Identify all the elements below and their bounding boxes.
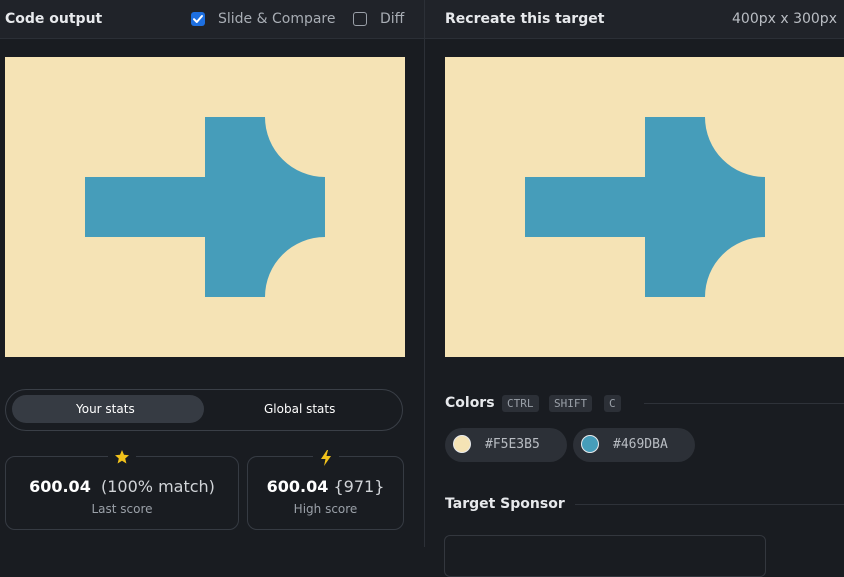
last-score-label: Last score xyxy=(91,502,153,516)
star-icon xyxy=(108,449,136,467)
color-swatch-cream[interactable]: #F5E3B5 xyxy=(445,428,567,462)
target-sponsor-title: Target Sponsor xyxy=(445,496,565,512)
recreate-target-title: Recreate this target xyxy=(445,11,605,27)
color-hex: #F5E3B5 xyxy=(485,437,540,452)
arrow-right-icon xyxy=(85,117,325,297)
high-score-card: 600.04 {971} High score xyxy=(247,449,404,530)
colors-title: Colors xyxy=(445,395,495,411)
diff-label[interactable]: Diff xyxy=(380,11,404,27)
column-divider xyxy=(424,0,425,547)
lightning-icon xyxy=(312,449,339,467)
stats-toggle: Your stats Global stats xyxy=(5,389,403,431)
color-dot xyxy=(453,435,471,453)
shortcut-key-shift: SHIFT xyxy=(549,395,593,412)
color-hex: #469DBA xyxy=(613,437,668,452)
high-score-rank: {971} xyxy=(333,477,385,496)
your-stats-label[interactable]: Your stats xyxy=(76,402,135,416)
slide-compare-checkbox[interactable] xyxy=(191,12,205,26)
target-canvas xyxy=(445,57,844,357)
color-dot xyxy=(581,435,599,453)
header-bar: Code output Slide & Compare Diff Recreat… xyxy=(0,0,844,39)
diff-checkbox[interactable] xyxy=(353,12,367,26)
code-output-canvas[interactable] xyxy=(5,57,405,357)
color-swatch-blue[interactable]: #469DBA xyxy=(573,428,695,462)
slide-compare-label[interactable]: Slide & Compare xyxy=(218,11,336,27)
last-score-card: 600.04 (100% match) Last score xyxy=(5,449,239,530)
checkmark-icon xyxy=(193,15,203,23)
arrow-right-icon xyxy=(525,117,765,297)
global-stats-tab[interactable]: Global stats xyxy=(264,402,335,416)
shortcut-key-ctrl: CTRL xyxy=(502,395,539,412)
code-output-title: Code output xyxy=(5,11,103,27)
sponsor-box[interactable] xyxy=(444,535,766,577)
last-score-value: 600.04 (100% match) xyxy=(29,477,215,496)
high-score-label: High score xyxy=(293,502,358,516)
sponsor-divider xyxy=(575,504,844,505)
high-score-value: 600.04 {971} xyxy=(266,477,385,496)
shortcut-key-c: C xyxy=(604,395,621,412)
match-percent: (100% match) xyxy=(101,477,215,496)
target-dimensions: 400px x 300px xyxy=(732,11,837,27)
colors-divider xyxy=(644,403,844,404)
